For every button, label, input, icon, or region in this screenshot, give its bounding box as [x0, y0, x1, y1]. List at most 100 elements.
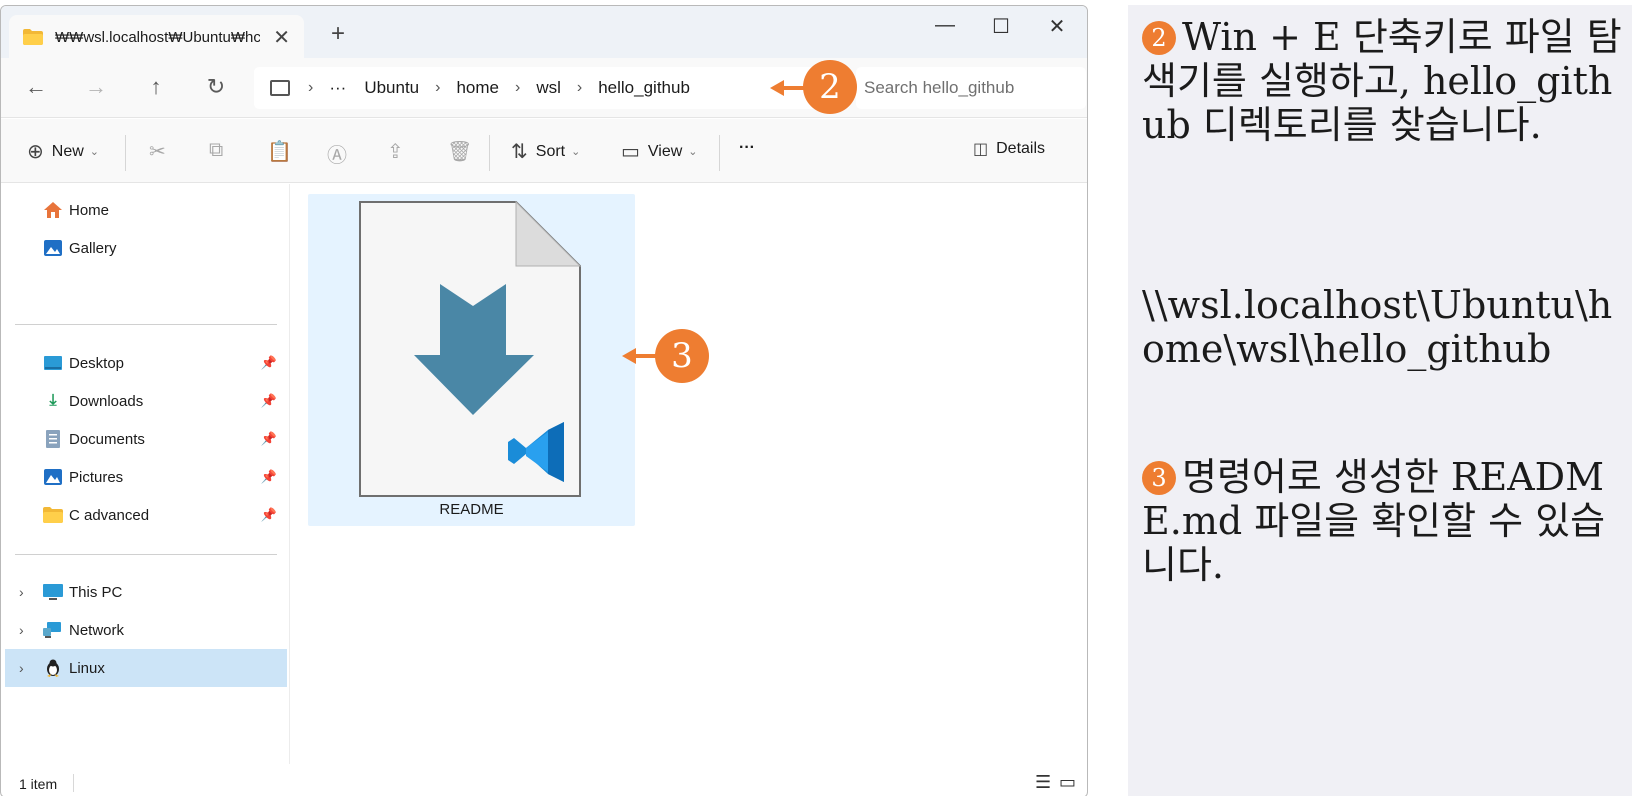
- sidebar-item-label: Desktop: [69, 354, 125, 372]
- sidebar-item-this-pc[interactable]: › This PC: [5, 573, 287, 611]
- network-icon: [43, 621, 63, 639]
- breadcrumb-separator: ›: [576, 79, 583, 96]
- sidebar-item-label: Linux: [69, 659, 105, 677]
- sidebar-item-label: Home: [69, 201, 110, 219]
- chevron-down-icon: ⌄: [571, 146, 581, 158]
- sidebar-item-documents[interactable]: Documents 📌: [5, 420, 287, 458]
- step-number-badge: 3: [1142, 461, 1176, 495]
- item-count: 1 item: [19, 776, 58, 792]
- close-tab-icon[interactable]: ✕: [273, 25, 290, 50]
- share-icon: ⇪: [387, 141, 404, 163]
- sidebar-item-label: This PC: [69, 583, 123, 601]
- step-2-text: Win + E 단축키로 파일 탐색기를 실행하고, hello_github …: [1142, 15, 1622, 147]
- sidebar-item-c-advanced[interactable]: C advanced 📌: [5, 496, 287, 534]
- up-button[interactable]: ↑: [141, 74, 171, 100]
- back-button[interactable]: ←: [21, 74, 51, 100]
- gallery-icon: [43, 239, 63, 257]
- share-button[interactable]: ⇪: [387, 139, 412, 164]
- tab-title: ₩₩wsl.localhost₩Ubuntu₩hc: [55, 28, 260, 46]
- sidebar-item-desktop[interactable]: Desktop 📌: [5, 344, 287, 382]
- breadcrumb-home[interactable]: home: [456, 78, 499, 98]
- explorer-tab[interactable]: ₩₩wsl.localhost₩Ubuntu₩hc ✕: [9, 15, 304, 59]
- step-2-description: 2 Win + E 단축키로 파일 탐색기를 실행하고, hello_github…: [1142, 15, 1622, 147]
- navigation-bar: ← → ↑ ↻ › ··· Ubuntu › home › wsl › hell…: [1, 58, 1087, 118]
- paste-button[interactable]: 📋: [267, 139, 300, 164]
- sidebar-divider: [15, 554, 277, 555]
- details-pane-icon: ◫: [973, 141, 989, 158]
- sidebar-item-gallery[interactable]: Gallery: [5, 229, 287, 267]
- sidebar-item-label: Downloads: [69, 392, 144, 410]
- more-options-button[interactable]: ···: [739, 139, 755, 157]
- rename-icon: Ⓐ: [327, 145, 347, 167]
- sidebar-item-pictures[interactable]: Pictures 📌: [5, 458, 287, 496]
- markdown-file-icon: [359, 200, 582, 497]
- monitor-icon: [270, 80, 290, 96]
- sidebar-item-linux[interactable]: › Linux: [5, 649, 287, 687]
- title-bar: ₩₩wsl.localhost₩Ubuntu₩hc ✕ + — ☐ ✕: [1, 6, 1087, 59]
- delete-button[interactable]: 🗑: [447, 139, 480, 164]
- trash-icon: 🗑: [447, 141, 473, 163]
- maximize-button[interactable]: ☐: [975, 14, 1027, 39]
- callout-badge-2: 2: [803, 60, 857, 114]
- chevron-right-icon[interactable]: ›: [19, 660, 24, 676]
- sidebar-item-label: Documents: [69, 430, 145, 448]
- sidebar-item-home[interactable]: Home: [5, 191, 287, 229]
- new-button[interactable]: ⊕ New ⌄: [27, 139, 99, 164]
- chevron-down-icon: ⌄: [688, 146, 698, 158]
- toolbar-divider: [489, 135, 490, 171]
- chevron-down-icon: ⌄: [89, 146, 99, 158]
- home-icon: [43, 201, 63, 219]
- rename-button[interactable]: Ⓐ: [327, 139, 355, 168]
- new-tab-button[interactable]: +: [331, 22, 345, 46]
- breadcrumb-hello-github[interactable]: hello_github: [598, 78, 690, 98]
- status-divider: [73, 774, 74, 792]
- sidebar-item-label: C advanced: [69, 506, 150, 524]
- folder-icon: [43, 506, 63, 524]
- view-icon: ▭: [621, 141, 640, 163]
- new-label: New: [51, 142, 84, 160]
- chevron-right-icon[interactable]: ›: [19, 622, 24, 638]
- close-window-button[interactable]: ✕: [1031, 14, 1083, 39]
- breadcrumb-separator: ›: [435, 79, 441, 96]
- status-bar: 1 item ☰ ▭: [1, 768, 1087, 796]
- sidebar-divider: [15, 324, 277, 325]
- file-item-readme[interactable]: README: [308, 194, 635, 526]
- breadcrumb-ubuntu[interactable]: Ubuntu: [364, 78, 419, 98]
- copy-button[interactable]: ⧉: [209, 139, 231, 162]
- breadcrumb-overflow[interactable]: ···: [329, 78, 346, 98]
- sort-label: Sort: [535, 142, 566, 160]
- callout-badge-3: 3: [655, 329, 709, 383]
- pin-icon: 📌: [260, 507, 277, 522]
- explanation-panel: 2 Win + E 단축키로 파일 탐색기를 실행하고, hello_github…: [1128, 5, 1632, 796]
- copy-icon: ⧉: [209, 139, 224, 161]
- tiles-view-icon[interactable]: ▭: [1059, 772, 1076, 793]
- navigation-pane: Home Gallery Desktop 📌 ⤓ Downloads 📌 Doc…: [1, 184, 290, 764]
- view-label: View: [647, 142, 683, 160]
- sidebar-item-network[interactable]: › Network: [5, 611, 287, 649]
- chevron-right-icon[interactable]: ›: [19, 584, 24, 600]
- folder-icon: [23, 29, 43, 45]
- pictures-icon: [43, 468, 63, 486]
- toolbar-divider: [719, 135, 720, 171]
- file-name-label: README: [439, 501, 504, 518]
- sort-button[interactable]: ⇅ Sort ⌄: [511, 139, 580, 164]
- forward-button[interactable]: →: [81, 74, 111, 100]
- details-label: Details: [996, 140, 1046, 157]
- step-number-badge: 2: [1142, 21, 1176, 55]
- minimize-button[interactable]: —: [919, 14, 971, 37]
- address-bar[interactable]: › ··· Ubuntu › home › wsl › hello_github: [254, 67, 850, 109]
- view-button[interactable]: ▭ View ⌄: [621, 139, 698, 164]
- clipboard-icon: 📋: [267, 141, 292, 163]
- breadcrumb-separator: ›: [308, 79, 314, 96]
- download-icon: ⤓: [49, 392, 57, 409]
- pin-icon: 📌: [260, 393, 277, 408]
- search-input[interactable]: Search hello_github: [856, 67, 1086, 109]
- pin-icon: 📌: [260, 355, 277, 370]
- details-button[interactable]: ◫ Details: [973, 139, 1045, 159]
- cut-button[interactable]: ✂: [149, 139, 174, 164]
- breadcrumb-wsl[interactable]: wsl: [536, 78, 561, 98]
- details-view-icon[interactable]: ☰: [1035, 772, 1051, 793]
- path-text: \\wsl.localhost\Ubuntu\home\wsl\hello_gi…: [1142, 283, 1613, 371]
- refresh-button[interactable]: ↻: [201, 74, 231, 100]
- sidebar-item-downloads[interactable]: ⤓ Downloads 📌: [5, 382, 287, 420]
